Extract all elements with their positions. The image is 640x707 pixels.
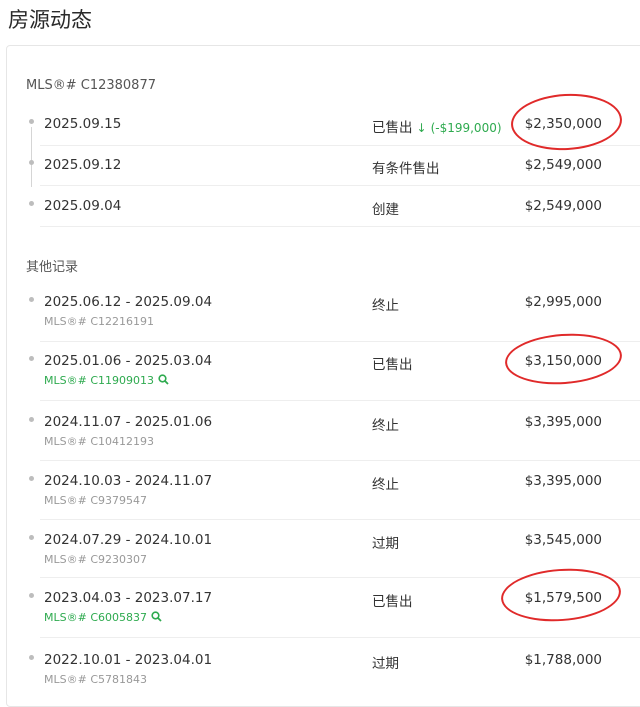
mls-number: MLS®# C9379547: [44, 494, 147, 507]
event-date: 2025.09.12: [44, 157, 122, 173]
row-divider: [40, 400, 640, 401]
event-status: 已售出: [372, 357, 413, 373]
event-price: $2,549,000: [524, 157, 602, 173]
event-price: $1,579,500: [524, 590, 602, 606]
status-text: 已售出: [372, 120, 413, 136]
search-icon[interactable]: [158, 374, 169, 385]
event-date-range: 2023.04.03 - 2023.07.17: [44, 590, 213, 606]
event-status: 创建: [372, 202, 399, 218]
timeline-dot: [29, 417, 34, 422]
mls-number: MLS®# C10412193: [44, 435, 154, 448]
event-date-range: 2024.07.29 - 2024.10.01: [44, 532, 213, 548]
mls-link[interactable]: MLS®# C11909013: [44, 374, 169, 387]
price-change: (-$199,000): [430, 121, 502, 135]
event-date-range: 2022.10.01 - 2023.04.01: [44, 652, 213, 668]
current-mls-label: MLS®# C12380877: [26, 78, 156, 93]
event-status: 终止: [372, 298, 399, 314]
event-status: 已售出 ↓ (-$199,000): [372, 116, 502, 136]
row-divider: [40, 637, 640, 638]
event-price: $2,995,000: [524, 294, 602, 310]
event-status: 过期: [372, 536, 399, 552]
event-date-range: 2024.10.03 - 2024.11.07: [44, 473, 213, 489]
event-status: 有条件售出: [372, 161, 440, 177]
event-date-range: 2025.01.06 - 2025.03.04: [44, 353, 213, 369]
row-divider: [40, 226, 640, 227]
event-price: $3,395,000: [524, 473, 602, 489]
timeline-dot: [29, 655, 34, 660]
search-icon[interactable]: [151, 611, 162, 622]
timeline-dot: [29, 535, 34, 540]
event-status: 已售出: [372, 594, 413, 610]
event-date: 2025.09.15: [44, 116, 122, 132]
event-price: $2,549,000: [524, 198, 602, 214]
mls-number: MLS®# C5781843: [44, 673, 147, 686]
timeline-dot: [29, 593, 34, 598]
timeline-dot: [29, 160, 34, 165]
event-price: $1,788,000: [524, 652, 602, 668]
page-title: 房源动态: [8, 8, 92, 32]
timeline-dot: [29, 356, 34, 361]
event-date-range: 2024.11.07 - 2025.01.06: [44, 414, 213, 430]
event-date-range: 2025.06.12 - 2025.09.04: [44, 294, 213, 310]
row-divider: [40, 577, 640, 578]
timeline-dot: [29, 476, 34, 481]
event-status: 终止: [372, 418, 399, 434]
event-date: 2025.09.04: [44, 198, 122, 214]
mls-number: MLS®# C9230307: [44, 553, 147, 566]
down-arrow-icon: ↓: [416, 121, 427, 135]
mls-link[interactable]: MLS®# C6005837: [44, 611, 162, 624]
row-divider: [40, 341, 640, 342]
timeline-dot: [29, 201, 34, 206]
mls-link-text[interactable]: MLS®# C6005837: [44, 611, 147, 624]
event-price: $3,395,000: [524, 414, 602, 430]
mls-number: MLS®# C12216191: [44, 315, 154, 328]
mls-link-text[interactable]: MLS®# C11909013: [44, 374, 154, 387]
timeline-dot: [29, 119, 34, 124]
event-price: $3,150,000: [524, 353, 602, 369]
row-divider: [40, 460, 640, 461]
other-records-heading: 其他记录: [26, 260, 79, 275]
timeline-dot: [29, 297, 34, 302]
timeline-line: [31, 127, 32, 187]
event-status: 过期: [372, 656, 399, 672]
row-divider: [40, 519, 640, 520]
row-divider: [40, 185, 640, 186]
event-status: 终止: [372, 477, 399, 493]
row-divider: [40, 145, 640, 146]
event-price: $2,350,000: [524, 116, 602, 132]
event-price: $3,545,000: [524, 532, 602, 548]
